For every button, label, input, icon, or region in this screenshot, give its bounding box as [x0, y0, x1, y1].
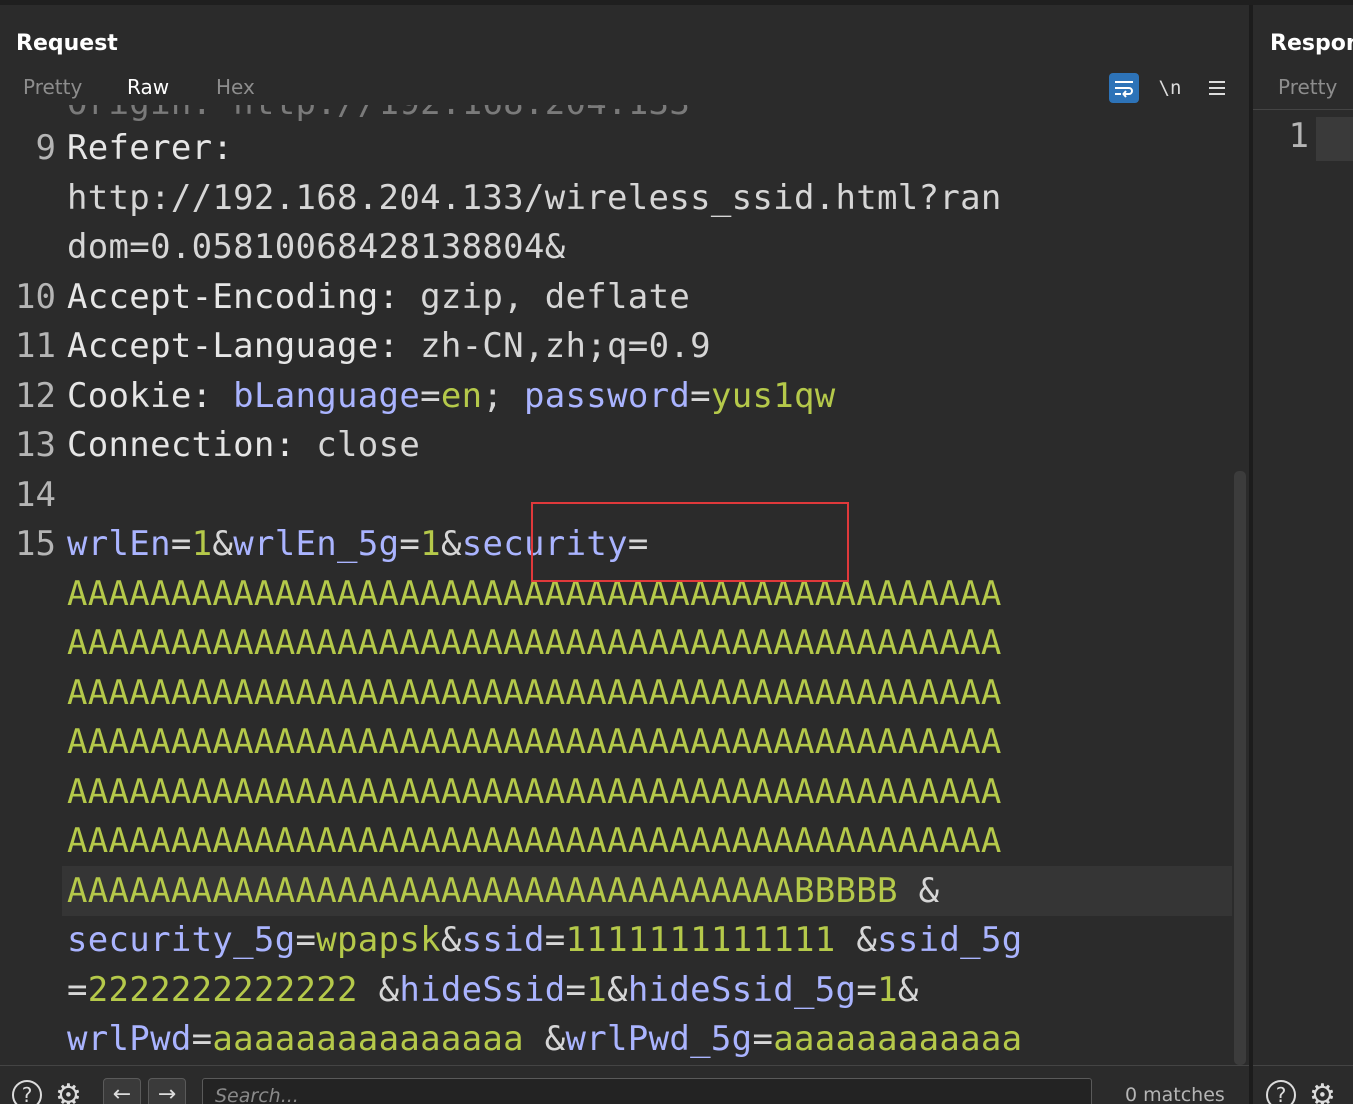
- code-line-referer: Referer:: [67, 128, 234, 168]
- response-bottom-bar: ? ⚙: [1253, 1065, 1353, 1104]
- code-line-payload: AAAAAAAAAAAAAAAAAAAAAAAAAAAAAAAAAAAAAAAA…: [67, 623, 1002, 663]
- request-title: Request: [16, 31, 118, 56]
- line-number: 11: [15, 326, 56, 366]
- response-header-separator: [1253, 109, 1353, 110]
- code-line-wrl-pwd: wrlPwd=aaaaaaaaaaaaaaa &wrlPwd_5g=aaaaaa…: [67, 1019, 1023, 1059]
- response-tab-pretty[interactable]: Pretty: [1278, 75, 1337, 99]
- line-number: 12: [15, 376, 56, 416]
- request-bottom-bar: ? ⚙ ← → 0 matches: [0, 1065, 1249, 1104]
- match-count: 0 matches: [1125, 1084, 1225, 1104]
- code-line-cookie: Cookie: bLanguage=en; password=yus1qw: [67, 376, 836, 416]
- code-line-hide-ssid: =2222222222222 &hideSsid=1&hideSsid_5g=1…: [67, 970, 919, 1010]
- code-line-referer-url-1: http://192.168.204.133/wireless_ssid.htm…: [67, 178, 1002, 218]
- code-line-security-5g: security_5g=wpapsk&ssid=1111111111111 &s…: [67, 920, 1023, 960]
- code-line-payload-end: AAAAAAAAAAAAAAAAAAAAAAAAAAAAAAAAAAABBBBB…: [67, 871, 940, 911]
- help-icon[interactable]: ?: [12, 1080, 42, 1104]
- wrap-lines-icon[interactable]: [1109, 73, 1139, 103]
- code-line-connection: Connection: close: [67, 425, 421, 465]
- tab-pretty[interactable]: Pretty: [23, 75, 82, 99]
- previous-match-button[interactable]: ←: [103, 1078, 141, 1104]
- code-line-payload: AAAAAAAAAAAAAAAAAAAAAAAAAAAAAAAAAAAAAAAA…: [67, 722, 1002, 762]
- line-number: 13: [15, 425, 56, 465]
- code-line-payload: AAAAAAAAAAAAAAAAAAAAAAAAAAAAAAAAAAAAAAAA…: [67, 673, 1002, 713]
- response-current-line: [1316, 117, 1353, 161]
- tab-raw[interactable]: Raw: [127, 75, 169, 99]
- line-number: 1: [1288, 116, 1309, 156]
- line-number: 10: [15, 277, 56, 317]
- tab-hex[interactable]: Hex: [216, 75, 255, 99]
- code-line-accept-language: Accept-Language: zh-CN,zh;q=0.9: [67, 326, 711, 366]
- code-line-payload: AAAAAAAAAAAAAAAAAAAAAAAAAAAAAAAAAAAAAAAA…: [67, 772, 1002, 812]
- line-number: 15: [15, 524, 56, 564]
- search-box: [202, 1078, 1092, 1104]
- search-input[interactable]: [203, 1079, 1091, 1104]
- response-panel: Response Pretty 1 ? ⚙: [1253, 5, 1353, 1104]
- gear-icon[interactable]: ⚙: [1309, 1078, 1336, 1104]
- code-line-referer-url-2: dom=0.05810068428138804&: [67, 227, 566, 267]
- request-editor[interactable]: Origin: http://192.168.204.133 9 Referer…: [0, 105, 1249, 1065]
- newline-toggle-icon[interactable]: \n: [1155, 73, 1185, 103]
- response-title: Response: [1270, 31, 1353, 56]
- line-number: 14: [15, 475, 56, 515]
- hamburger-menu-icon[interactable]: [1202, 73, 1232, 103]
- gear-icon[interactable]: ⚙: [55, 1078, 82, 1104]
- next-match-button[interactable]: →: [148, 1078, 186, 1104]
- help-icon[interactable]: ?: [1266, 1080, 1296, 1104]
- code-line-partial: Origin: http://192.168.204.133: [67, 105, 690, 123]
- line-number: 9: [35, 128, 56, 168]
- code-line-payload: AAAAAAAAAAAAAAAAAAAAAAAAAAAAAAAAAAAAAAAA…: [67, 821, 1002, 861]
- code-line-accept-encoding: Accept-Encoding: gzip, deflate: [67, 277, 691, 317]
- vertical-scrollbar[interactable]: [1234, 471, 1246, 1065]
- annotation-highlight-box: [531, 502, 849, 582]
